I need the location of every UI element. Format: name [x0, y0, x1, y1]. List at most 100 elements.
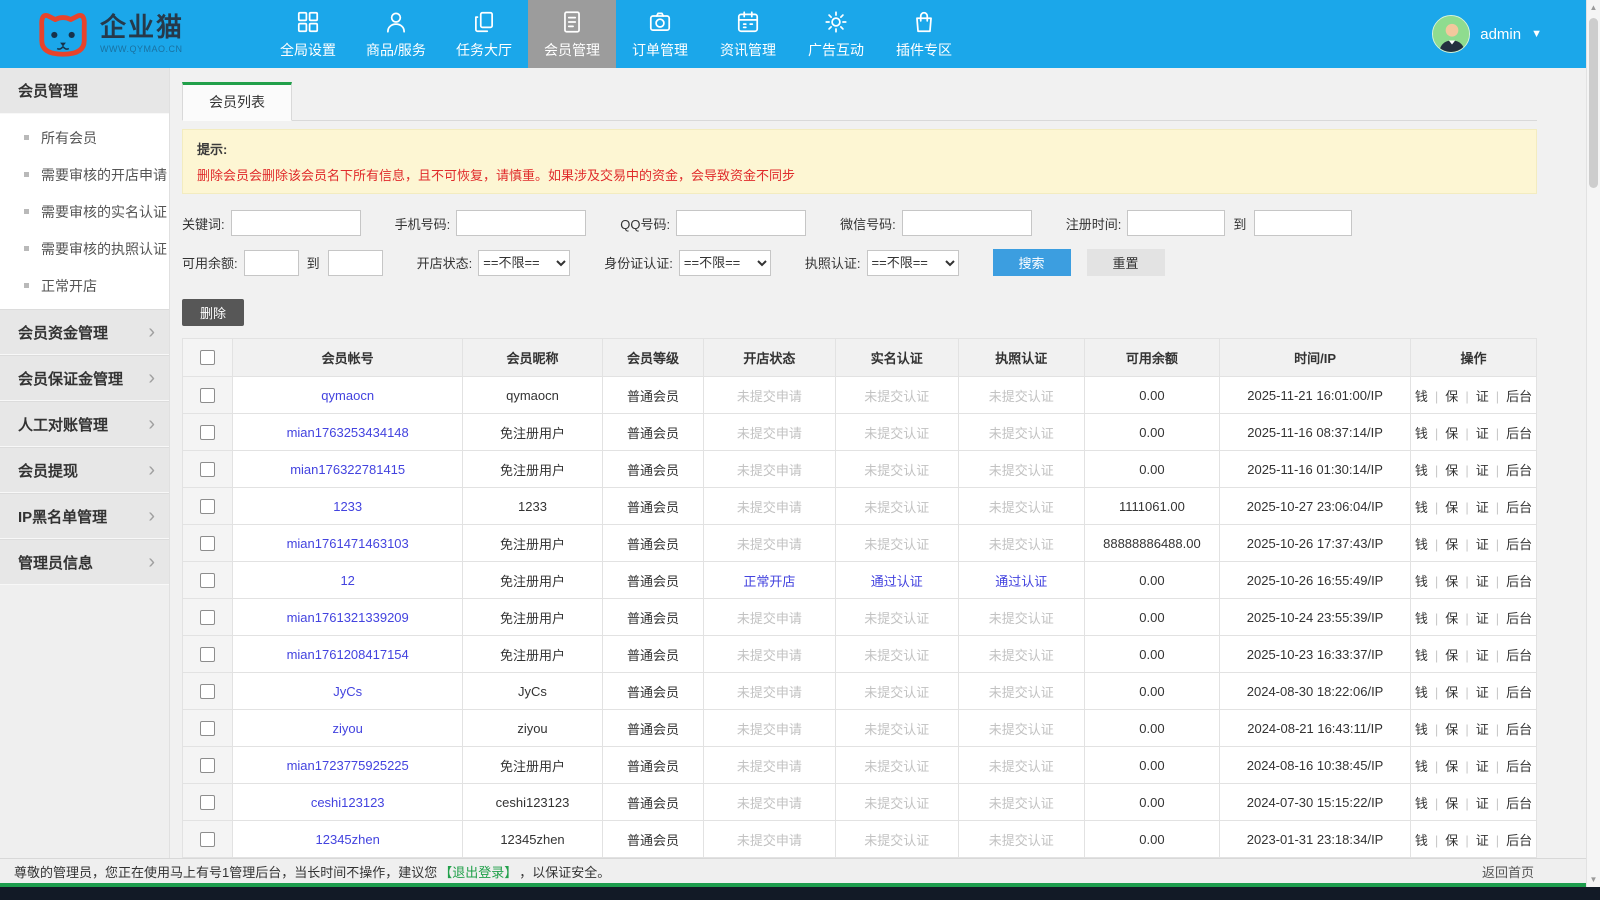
action-link[interactable]: 保 [1445, 426, 1458, 441]
user-menu[interactable]: admin ▼ [1432, 0, 1542, 68]
action-link[interactable]: 证 [1476, 426, 1489, 441]
vertical-scrollbar[interactable]: ▲ ▼ [1586, 0, 1600, 887]
action-link[interactable]: 证 [1476, 833, 1489, 848]
id-auth-select[interactable]: ==不限== [679, 250, 771, 276]
action-link[interactable]: 钱 [1415, 685, 1428, 700]
action-link[interactable]: 证 [1476, 500, 1489, 515]
member-account-link[interactable]: 12345zhen [316, 832, 380, 847]
sidebar-item[interactable]: 需要审核的开店申请 [0, 156, 169, 193]
action-link[interactable]: 后台 [1506, 685, 1532, 700]
action-link[interactable]: 钱 [1415, 796, 1428, 811]
action-link[interactable]: 保 [1445, 463, 1458, 478]
action-link[interactable]: 后台 [1506, 759, 1532, 774]
scroll-down-icon[interactable]: ▼ [1587, 872, 1600, 887]
member-account-link[interactable]: mian1761208417154 [287, 647, 409, 662]
nav-item-tasks[interactable]: 任务大厅 [440, 0, 528, 68]
regtime-end-input[interactable] [1254, 210, 1352, 236]
reset-button[interactable]: 重置 [1087, 249, 1165, 276]
action-link[interactable]: 证 [1476, 759, 1489, 774]
regtime-start-input[interactable] [1127, 210, 1225, 236]
action-link[interactable]: 钱 [1415, 389, 1428, 404]
shop-status[interactable]: 正常开店 [704, 562, 835, 599]
balance-min-input[interactable] [244, 250, 299, 276]
action-link[interactable]: 保 [1445, 611, 1458, 626]
sidebar-section-member-withdraw[interactable]: 会员提现› [0, 447, 169, 493]
action-link[interactable]: 保 [1445, 796, 1458, 811]
action-link[interactable]: 保 [1445, 685, 1458, 700]
sidebar-section-ip-blacklist[interactable]: IP黑名单管理› [0, 493, 169, 539]
member-account-link[interactable]: mian1763253434148 [287, 425, 409, 440]
action-link[interactable]: 后台 [1506, 463, 1532, 478]
nav-item-members[interactable]: 会员管理 [528, 0, 616, 68]
nav-item-orders[interactable]: 订单管理 [616, 0, 704, 68]
phone-input[interactable] [456, 210, 586, 236]
action-link[interactable]: 保 [1445, 722, 1458, 737]
member-account-link[interactable]: mian1761321339209 [287, 610, 409, 625]
brand-logo[interactable]: 企业猫 WWW.QYMAO.CN [32, 0, 242, 68]
nav-item-news[interactable]: 资讯管理 [704, 0, 792, 68]
action-link[interactable]: 钱 [1415, 759, 1428, 774]
row-checkbox[interactable] [200, 721, 215, 736]
action-link[interactable]: 钱 [1415, 500, 1428, 515]
sidebar-item[interactable]: 需要审核的实名认证 [0, 193, 169, 230]
member-account-link[interactable]: mian1761471463103 [287, 536, 409, 551]
action-link[interactable]: 后台 [1506, 389, 1532, 404]
action-link[interactable]: 证 [1476, 796, 1489, 811]
row-checkbox[interactable] [200, 795, 215, 810]
action-link[interactable]: 后台 [1506, 611, 1532, 626]
row-checkbox[interactable] [200, 610, 215, 625]
action-link[interactable]: 证 [1476, 611, 1489, 626]
action-link[interactable]: 保 [1445, 574, 1458, 589]
action-link[interactable]: 后台 [1506, 574, 1532, 589]
action-link[interactable]: 钱 [1415, 574, 1428, 589]
action-link[interactable]: 保 [1445, 537, 1458, 552]
scrollbar-thumb[interactable] [1589, 18, 1598, 188]
action-link[interactable]: 证 [1476, 389, 1489, 404]
nav-item-ads[interactable]: 广告互动 [792, 0, 880, 68]
member-account-link[interactable]: mian176322781415 [290, 462, 405, 477]
action-link[interactable]: 钱 [1415, 426, 1428, 441]
action-link[interactable]: 钱 [1415, 611, 1428, 626]
select-all-checkbox[interactable] [200, 350, 215, 365]
action-link[interactable]: 证 [1476, 685, 1489, 700]
shop-status-select[interactable]: ==不限== [478, 250, 570, 276]
action-link[interactable]: 钱 [1415, 463, 1428, 478]
nav-item-global[interactable]: 全局设置 [264, 0, 352, 68]
nav-item-plugins[interactable]: 插件专区 [880, 0, 968, 68]
license-status[interactable]: 通过认证 [958, 562, 1084, 599]
back-home-link[interactable]: 返回首页 [1482, 862, 1534, 881]
delete-button[interactable]: 删除 [182, 299, 244, 326]
sidebar-item[interactable]: 需要审核的执照认证 [0, 230, 169, 267]
nav-item-goods[interactable]: 商品/服务 [352, 0, 440, 68]
member-account-link[interactable]: 1233 [333, 499, 362, 514]
action-link[interactable]: 后台 [1506, 833, 1532, 848]
row-checkbox[interactable] [200, 388, 215, 403]
keyword-input[interactable] [231, 210, 361, 236]
qq-input[interactable] [676, 210, 806, 236]
action-link[interactable]: 后台 [1506, 537, 1532, 552]
tab-member-list[interactable]: 会员列表 [182, 82, 292, 121]
action-link[interactable]: 保 [1445, 389, 1458, 404]
logout-link[interactable]: 【退出登录】 [439, 862, 517, 881]
row-checkbox[interactable] [200, 758, 215, 773]
sidebar-section-manual-reconcile[interactable]: 人工对账管理› [0, 401, 169, 447]
sidebar-section-member-manage[interactable]: 会员管理 [0, 68, 169, 114]
member-account-link[interactable]: JyCs [333, 684, 362, 699]
sidebar-item[interactable]: 所有会员 [0, 119, 169, 156]
action-link[interactable]: 后台 [1506, 426, 1532, 441]
sidebar-item[interactable]: 正常开店 [0, 267, 169, 304]
member-account-link[interactable]: mian1723775925225 [287, 758, 409, 773]
sidebar-section-admin-info[interactable]: 管理员信息› [0, 539, 169, 585]
scroll-up-icon[interactable]: ▲ [1587, 0, 1600, 15]
row-checkbox[interactable] [200, 684, 215, 699]
wechat-input[interactable] [902, 210, 1032, 236]
row-checkbox[interactable] [200, 573, 215, 588]
action-link[interactable]: 钱 [1415, 537, 1428, 552]
action-link[interactable]: 证 [1476, 574, 1489, 589]
action-link[interactable]: 证 [1476, 648, 1489, 663]
balance-max-input[interactable] [328, 250, 383, 276]
action-link[interactable]: 后台 [1506, 500, 1532, 515]
member-account-link[interactable]: qymaocn [321, 388, 374, 403]
action-link[interactable]: 保 [1445, 648, 1458, 663]
member-account-link[interactable]: ziyou [333, 721, 363, 736]
